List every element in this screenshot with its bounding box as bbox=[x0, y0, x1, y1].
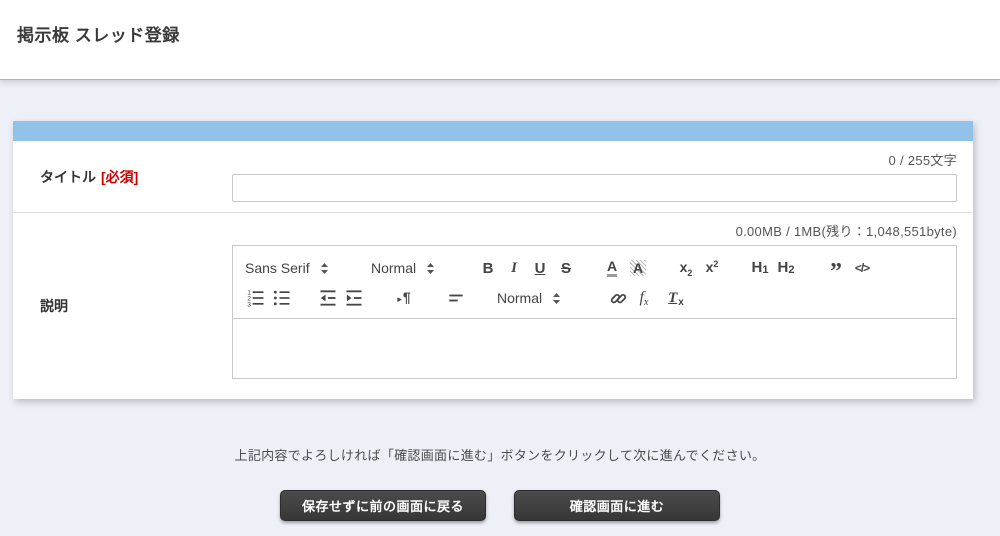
clean-format-icon: Tx bbox=[668, 289, 684, 308]
proceed-to-confirm-button[interactable]: 確認画面に進む bbox=[514, 490, 720, 521]
insert-group: fx Tx bbox=[605, 285, 689, 311]
back-without-save-button[interactable]: 保存せずに前の画面に戻る bbox=[280, 490, 486, 521]
bullet-list-icon bbox=[272, 288, 292, 308]
required-badge: [必須] bbox=[101, 167, 138, 187]
h2-button[interactable]: H2 bbox=[773, 255, 799, 281]
rich-text-editor: Sans Serif Normal B I bbox=[232, 245, 957, 379]
underline-button[interactable]: U bbox=[527, 255, 553, 281]
link-icon bbox=[609, 289, 628, 308]
direction-group: ▸¶ bbox=[391, 285, 417, 311]
header-picker[interactable]: Normal bbox=[369, 260, 461, 276]
title-field-cell: 0 / 255文字 bbox=[232, 141, 973, 212]
font-picker-value: Sans Serif bbox=[245, 260, 310, 276]
blockquote-button[interactable]: ” bbox=[823, 255, 849, 281]
description-editor-area[interactable] bbox=[233, 319, 956, 378]
thread-form-panel: タイトル [必須] 0 / 255文字 説明 0.00MB / 1MB(残り：1… bbox=[13, 121, 973, 399]
title-row: タイトル [必須] 0 / 255文字 bbox=[13, 141, 973, 212]
block-group: ” </> bbox=[823, 255, 875, 281]
indent-group bbox=[315, 285, 367, 311]
subscript-button[interactable]: x2 bbox=[673, 255, 699, 281]
blockquote-icon: ” bbox=[830, 268, 842, 278]
superscript-icon: x2 bbox=[706, 259, 719, 277]
size-picker-value: Normal bbox=[497, 290, 542, 306]
strikethrough-button[interactable]: S bbox=[553, 255, 579, 281]
align-group bbox=[443, 285, 469, 311]
background-color-icon: A bbox=[630, 260, 646, 277]
subscript-icon: x2 bbox=[680, 259, 693, 278]
underline-icon: U bbox=[535, 260, 546, 277]
code-block-button[interactable]: </> bbox=[849, 255, 875, 281]
outdent-icon bbox=[318, 288, 338, 308]
size-picker[interactable]: Normal bbox=[495, 290, 587, 306]
description-label-cell: 説明 bbox=[13, 213, 232, 399]
link-button[interactable] bbox=[605, 285, 631, 311]
bullet-list-button[interactable] bbox=[269, 285, 295, 311]
italic-icon: I bbox=[511, 260, 517, 277]
updown-arrows-icon bbox=[426, 262, 435, 275]
font-picker[interactable]: Sans Serif bbox=[243, 260, 355, 276]
clean-format-button[interactable]: Tx bbox=[663, 285, 689, 311]
ordered-list-button[interactable]: 123 bbox=[243, 285, 269, 311]
indent-button[interactable] bbox=[341, 285, 367, 311]
heading-group: H1 H2 bbox=[747, 255, 799, 281]
h2-icon: H2 bbox=[778, 259, 795, 277]
updown-arrows-icon bbox=[320, 262, 329, 275]
title-input[interactable] bbox=[232, 174, 957, 202]
size-group: Normal bbox=[495, 290, 587, 306]
align-icon bbox=[446, 288, 466, 308]
text-color-button[interactable]: A bbox=[599, 255, 625, 281]
editor-toolbar: Sans Serif Normal B I bbox=[233, 246, 956, 319]
text-color-icon: A bbox=[607, 259, 617, 277]
code-block-icon: </> bbox=[855, 261, 869, 275]
ordered-list-icon: 123 bbox=[246, 288, 266, 308]
text-direction-button[interactable]: ▸¶ bbox=[391, 285, 417, 311]
list-group: 123 bbox=[243, 285, 295, 311]
header-group: Normal bbox=[369, 260, 461, 276]
toolbar-row-2: 123 bbox=[243, 284, 946, 312]
bold-button[interactable]: B bbox=[475, 255, 501, 281]
title-label-cell: タイトル [必須] bbox=[13, 141, 232, 212]
description-field-cell: 0.00MB / 1MB(残り：1,048,551byte) Sans Seri… bbox=[232, 213, 973, 399]
script-group: x2 x2 bbox=[673, 255, 725, 281]
title-label: タイトル bbox=[40, 167, 96, 187]
description-label: 説明 bbox=[40, 296, 68, 316]
panel-accent-bar bbox=[13, 121, 973, 141]
align-button[interactable] bbox=[443, 285, 469, 311]
italic-button[interactable]: I bbox=[501, 255, 527, 281]
svg-text:3: 3 bbox=[247, 301, 251, 308]
superscript-button[interactable]: x2 bbox=[699, 255, 725, 281]
h1-icon: H1 bbox=[752, 259, 769, 277]
background-color-button[interactable]: A bbox=[625, 255, 651, 281]
header-picker-value: Normal bbox=[371, 260, 416, 276]
inline-style-group: B I U S bbox=[475, 255, 579, 281]
color-group: A A bbox=[599, 255, 651, 281]
description-size-counter: 0.00MB / 1MB(残り：1,048,551byte) bbox=[232, 221, 957, 240]
bold-icon: B bbox=[483, 260, 494, 277]
action-button-row: 保存せずに前の画面に戻る 確認画面に進む bbox=[0, 490, 1000, 521]
description-row: 説明 0.00MB / 1MB(残り：1,048,551byte) Sans S… bbox=[13, 212, 973, 399]
title-char-counter: 0 / 255文字 bbox=[232, 150, 957, 169]
toolbar-row-1: Sans Serif Normal B I bbox=[243, 254, 946, 282]
confirm-instruction-text: 上記内容でよろしければ「確認画面に進む」ボタンをクリックして次に進んでください。 bbox=[0, 445, 1000, 464]
page-title: 掲示板 スレッド登録 bbox=[17, 21, 1000, 46]
outdent-button[interactable] bbox=[315, 285, 341, 311]
formula-icon: fx bbox=[640, 289, 649, 308]
indent-icon bbox=[344, 288, 364, 308]
h1-button[interactable]: H1 bbox=[747, 255, 773, 281]
font-group: Sans Serif bbox=[243, 260, 355, 276]
strikethrough-icon: S bbox=[561, 260, 571, 277]
text-direction-icon: ▸¶ bbox=[397, 289, 410, 307]
formula-button[interactable]: fx bbox=[631, 285, 657, 311]
updown-arrows-icon bbox=[552, 292, 561, 305]
page-header: 掲示板 スレッド登録 bbox=[0, 0, 1000, 80]
